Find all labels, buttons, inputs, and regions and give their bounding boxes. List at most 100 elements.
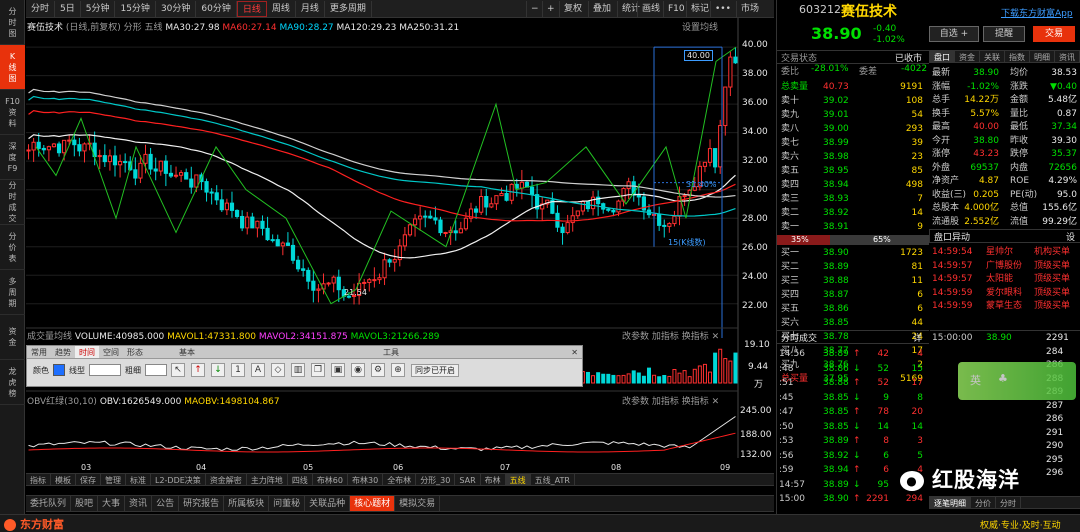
toolbox-tab[interactable]: 时间 <box>75 346 99 358</box>
tick-tab[interactable]: 分时 <box>996 497 1021 508</box>
eye-icon[interactable]: ◉ <box>351 363 365 377</box>
indicator-tab[interactable]: 保存 <box>76 474 101 485</box>
indicator-tab[interactable]: 布林30 <box>348 474 384 485</box>
indicator-tab[interactable]: 五线_ATR <box>531 474 575 485</box>
toolbox-tab[interactable]: 常用 <box>27 346 51 358</box>
trash-icon[interactable]: ▥ <box>291 363 305 377</box>
cursor-icon[interactable]: ↖ <box>171 363 185 377</box>
settings-icon[interactable]: ⚙ <box>371 363 385 377</box>
download-app-link[interactable]: 下载东方财富App <box>1001 6 1073 19</box>
indicator-tab[interactable]: 布林 <box>481 474 506 485</box>
nav-item-ticks[interactable]: 分时成交 <box>0 180 25 225</box>
up-arrow-icon[interactable]: ↑ <box>191 363 205 377</box>
orderbook-row[interactable]: 卖三 38.93 7 <box>777 192 929 206</box>
tf-5min[interactable]: 5分钟 <box>81 0 116 17</box>
info-tab[interactable]: 核心题材 <box>350 496 396 511</box>
plus-button[interactable]: + <box>542 1 559 17</box>
indicator-tab[interactable]: 四线 <box>288 474 313 485</box>
indicator-tab[interactable]: 资金解密 <box>206 474 247 485</box>
anomaly-row[interactable]: 14:59:57 广博股份 顶级买单 <box>930 259 1080 273</box>
quote-tab[interactable]: 指数 <box>1005 51 1030 62</box>
orderbook-row[interactable]: 卖八 39.00 293 <box>777 122 929 136</box>
indicator-tab[interactable]: 分形_30 <box>416 474 456 485</box>
orderbook-row[interactable]: 买三 38.88 11 <box>777 274 929 288</box>
param-button[interactable]: 改参数 <box>622 332 649 342</box>
orderbook-row[interactable]: 卖一 38.91 9 <box>777 220 929 234</box>
orderbook-row[interactable]: 卖二 38.92 14 <box>777 206 929 220</box>
orderbook-row[interactable]: 买五 38.86 6 <box>777 302 929 316</box>
quote-tab[interactable]: 关联 <box>980 51 1005 62</box>
info-tab[interactable]: 关联品种 <box>305 496 351 511</box>
orderbook-row[interactable]: 买一 38.90 1723 <box>777 246 929 260</box>
toolbox-tab[interactable]: 趋势 <box>51 346 75 358</box>
nav-item-price-table[interactable]: 分价表 <box>0 225 25 270</box>
nav-item-kline[interactable]: K线图 <box>0 45 25 90</box>
indicator-tab[interactable]: 主力阵地 <box>247 474 288 485</box>
orderbook-row[interactable]: 卖十 39.02 108 <box>777 94 929 108</box>
orderbook-row[interactable]: 卖五 38.95 85 <box>777 164 929 178</box>
orderbook-row[interactable]: 买六 38.85 44 <box>777 316 929 330</box>
tick-tab[interactable]: 逐笔明细 <box>930 497 971 508</box>
info-tab[interactable]: 研究报告 <box>179 496 225 511</box>
quote-tab[interactable]: 资讯 <box>1055 51 1080 62</box>
nav-item-f10[interactable]: F10资料 <box>0 90 25 135</box>
tf-more[interactable]: 更多周期 <box>325 0 372 17</box>
orderbook-row[interactable]: 卖七 38.99 39 <box>777 136 929 150</box>
text-icon[interactable]: A <box>251 363 265 377</box>
nav-item-funds[interactable]: 资金 <box>0 315 25 360</box>
orderbook-row[interactable]: 买二 38.89 81 <box>777 260 929 274</box>
more-button[interactable]: ••• <box>710 1 735 17</box>
sync-toggle[interactable]: 同步已开启 <box>411 363 459 377</box>
nav-item-depth[interactable]: 深度F9 <box>0 135 25 180</box>
width-select[interactable] <box>145 364 167 376</box>
info-tab[interactable]: 委托队列 <box>26 496 72 511</box>
tick-tab[interactable]: 分价 <box>971 497 996 508</box>
f10-button[interactable]: F10 <box>663 1 689 17</box>
anomaly-row[interactable]: 14:59:59 爱尔眼科 顶级买单 <box>930 286 1080 300</box>
overlay-button[interactable]: 叠加 <box>588 1 615 17</box>
down-arrow-icon[interactable]: ↓ <box>211 363 225 377</box>
market-button[interactable]: 市场 <box>736 1 763 17</box>
switch-indicator-button[interactable]: 换指标 <box>682 332 709 342</box>
draw-button[interactable]: 画线 <box>637 1 664 17</box>
close-icon[interactable]: ✕ <box>712 397 720 407</box>
anomaly-row[interactable]: 14:59:57 太阳能 顶级买单 <box>930 272 1080 286</box>
add-watchlist-button[interactable]: 自选 + <box>929 26 979 42</box>
mark-button[interactable]: 标记 <box>686 1 713 17</box>
alert-button[interactable]: 提醒 <box>983 26 1025 42</box>
line-select[interactable] <box>89 364 121 376</box>
quote-tab[interactable]: 盘口 <box>930 51 955 62</box>
link-icon[interactable]: ⊕ <box>391 363 405 377</box>
eraser-icon[interactable]: ◇ <box>271 363 285 377</box>
indicator-tab[interactable]: 五线 <box>505 474 531 485</box>
orderbook-row[interactable]: 卖四 38.94 498 <box>777 178 929 192</box>
indicator-tab[interactable]: 管理 <box>101 474 126 485</box>
info-tab[interactable]: 大事 <box>98 496 126 511</box>
info-tab[interactable]: 模拟交易 <box>395 496 441 511</box>
tf-fenshi[interactable]: 分时 <box>26 0 56 17</box>
quote-tab[interactable]: 明细 <box>1030 51 1055 62</box>
tf-60min[interactable]: 60分钟 <box>196 0 237 17</box>
toolbox-tab[interactable]: 空间 <box>99 346 123 358</box>
tf-5day[interactable]: 5日 <box>55 0 81 17</box>
kline-chart[interactable] <box>26 18 774 458</box>
tf-30min[interactable]: 30分钟 <box>156 0 197 17</box>
indicator-tab[interactable]: 标准 <box>126 474 151 485</box>
anomaly-settings-button[interactable]: 设 <box>1066 230 1075 243</box>
anomaly-row[interactable]: 14:59:59 蒙草生态 顶级买单 <box>930 299 1080 313</box>
close-icon[interactable]: ✕ <box>712 332 720 342</box>
indicator-tab[interactable]: 模板 <box>51 474 76 485</box>
orderbook-row[interactable]: 卖九 39.01 54 <box>777 108 929 122</box>
tf-15min[interactable]: 15分钟 <box>115 0 156 17</box>
info-tab[interactable]: 资讯 <box>125 496 153 511</box>
nav-item-fenshi[interactable]: 分时图 <box>0 0 25 45</box>
orderbook-row[interactable]: 卖六 38.98 23 <box>777 150 929 164</box>
info-tab[interactable]: 所属板块 <box>224 496 270 511</box>
color-swatch[interactable] <box>53 364 65 376</box>
fuquan-button[interactable]: 复权 <box>559 1 586 17</box>
info-tab[interactable]: 公告 <box>152 496 180 511</box>
anomaly-row[interactable]: 14:59:54 星帅尔 机构买单 <box>930 245 1080 259</box>
add-indicator-button[interactable]: 加指标 <box>652 397 679 407</box>
toolbox-tab[interactable]: 形态 <box>123 346 147 358</box>
orderbook-row[interactable]: 买四 38.87 6 <box>777 288 929 302</box>
